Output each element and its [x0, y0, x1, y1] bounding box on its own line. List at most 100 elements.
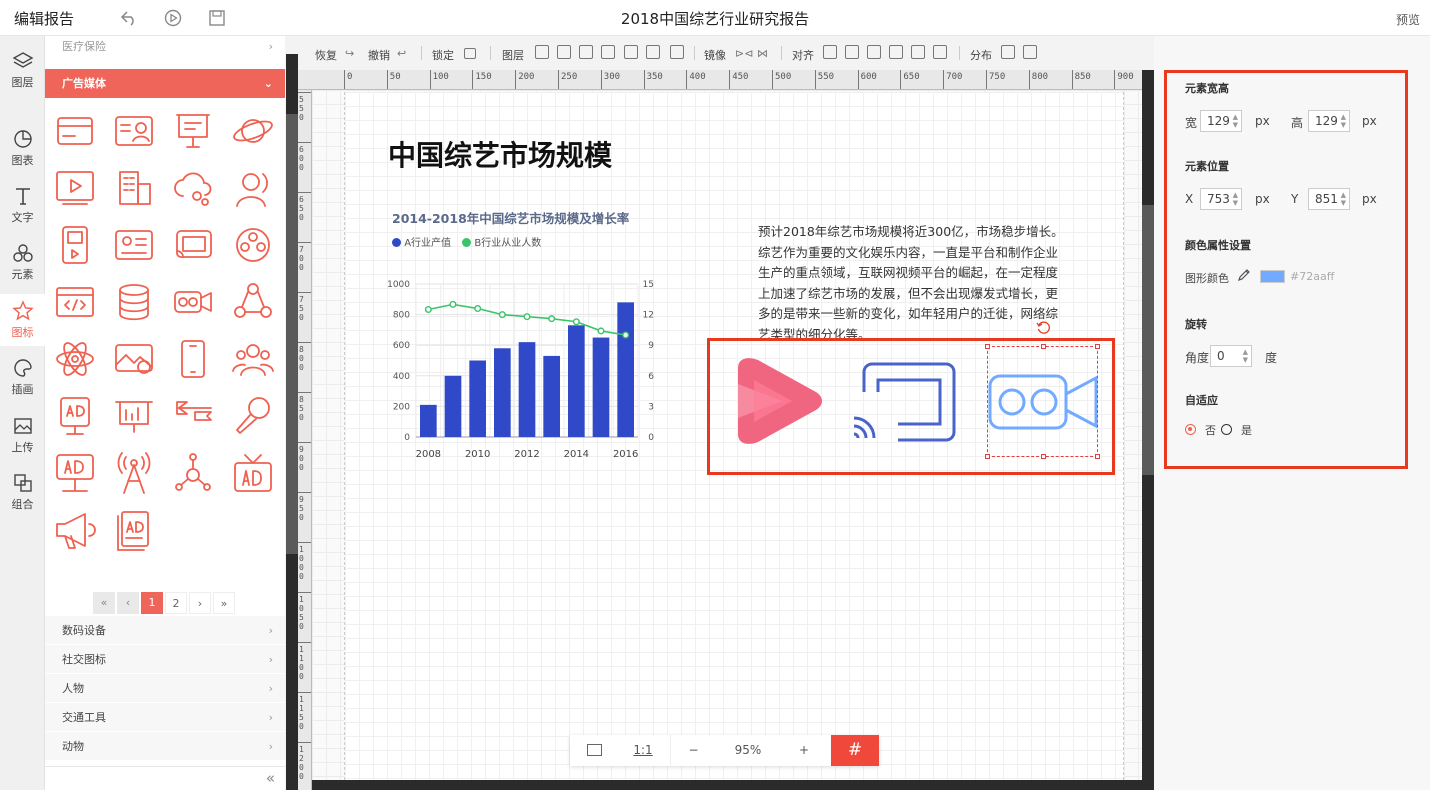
adaptive-no-radio[interactable]	[1185, 424, 1196, 435]
resize-handle[interactable]	[1041, 454, 1046, 459]
y-input[interactable]: 851 ▲ ▼	[1308, 188, 1350, 210]
category-row[interactable]: 数码设备 ›	[45, 616, 285, 645]
align-middle-icon[interactable]	[889, 45, 903, 59]
align-right-icon[interactable]	[867, 45, 881, 59]
nav-layers[interactable]: 图层	[0, 44, 45, 96]
layer-up-icon[interactable]	[535, 45, 549, 59]
ad-document-icon[interactable]	[112, 508, 156, 552]
radio-tower-icon[interactable]	[112, 451, 156, 495]
bar-line-chart[interactable]: 2014-2018年中国综艺市场规模及增长率 A行业产值 B行业从业人数 0 20…	[388, 200, 668, 465]
bring-front-icon[interactable]	[579, 45, 593, 59]
align-left-icon[interactable]	[823, 45, 837, 59]
category-row[interactable]: 交通工具 ›	[45, 703, 285, 732]
nav-group[interactable]: 组合	[0, 466, 45, 518]
scrollbar-thumb[interactable]	[286, 114, 298, 554]
width-input[interactable]: 129 ▲ ▼	[1200, 110, 1242, 132]
align-bottom-icon[interactable]	[646, 45, 660, 59]
category-row[interactable]: 人物 ›	[45, 674, 285, 703]
resize-handle[interactable]	[1095, 344, 1100, 349]
collapse-panel-bar[interactable]: «	[45, 766, 285, 790]
nav-chart[interactable]: 图表	[0, 122, 45, 174]
distribute-vertical-icon[interactable]	[1023, 45, 1037, 59]
ad-tv-icon[interactable]	[231, 451, 275, 495]
nav-elements[interactable]: 元素	[0, 236, 45, 288]
share-network-icon[interactable]	[231, 280, 275, 324]
cast-screen-icon[interactable]	[171, 223, 215, 267]
color-swatch[interactable]	[1260, 270, 1285, 283]
code-window-icon[interactable]	[53, 280, 97, 324]
stepper-icon[interactable]: ▲ ▼	[1341, 113, 1346, 129]
office-building-icon[interactable]	[112, 166, 156, 210]
body-paragraph[interactable]: 预计2018年综艺市场规模将近300亿，市场稳步增长。综艺作为重要的文化娱乐内容…	[758, 222, 1070, 345]
presentation-chart-icon[interactable]	[112, 394, 156, 438]
lock-icon[interactable]	[464, 48, 476, 59]
canvas-vertical-scrollbar[interactable]	[1142, 70, 1154, 790]
x-input[interactable]: 753 ▲ ▼	[1200, 188, 1242, 210]
distribute-horizontal-icon[interactable]	[1001, 45, 1015, 59]
color-value[interactable]: #72aaff	[1290, 270, 1334, 283]
eyedropper-icon[interactable]	[1237, 268, 1251, 282]
video-camera-icon[interactable]	[171, 280, 215, 324]
align-center-icon[interactable]	[845, 45, 859, 59]
copy-icon[interactable]	[670, 45, 684, 59]
adaptive-yes-radio[interactable]	[1221, 424, 1232, 435]
database-icon[interactable]	[112, 280, 156, 324]
stepper-icon[interactable]: ▲ ▼	[1233, 113, 1238, 129]
ad-billboard-icon[interactable]	[53, 394, 97, 438]
mobile-phone-icon[interactable]	[171, 337, 215, 381]
align-bottom-edge-icon[interactable]	[933, 45, 947, 59]
stepper-icon[interactable]: ▲ ▼	[1233, 191, 1238, 207]
align-top-icon[interactable]	[624, 45, 638, 59]
grid-toggle-icon[interactable]: #	[831, 735, 879, 766]
resize-handle[interactable]	[1095, 454, 1100, 459]
presentation-board-icon[interactable]	[171, 109, 215, 153]
arrow-sign-icon[interactable]	[171, 394, 215, 438]
user-headset-icon[interactable]	[231, 166, 275, 210]
first-page-icon[interactable]: «	[93, 592, 115, 614]
resize-handle[interactable]	[1041, 344, 1046, 349]
redo-button[interactable]: 恢复	[315, 47, 337, 63]
prev-page-icon[interactable]: ‹	[117, 592, 139, 614]
resize-handle[interactable]	[985, 344, 990, 349]
page-2[interactable]: 2	[165, 592, 187, 614]
category-row[interactable]: 动物 ›	[45, 732, 285, 761]
rotate-icon[interactable]	[1036, 320, 1051, 335]
resize-handle[interactable]	[985, 454, 990, 459]
scrollbar-thumb[interactable]	[1142, 205, 1154, 475]
preview-button[interactable]: 预览	[1396, 11, 1420, 28]
collapse-left-icon[interactable]: «	[266, 769, 275, 787]
atom-icon[interactable]	[53, 337, 97, 381]
nav-upload[interactable]: 上传	[0, 409, 45, 461]
cast-screen-icon[interactable]	[850, 362, 956, 442]
category-header-active[interactable]: 广告媒体 ⌄	[45, 69, 285, 98]
ad-stand-icon[interactable]	[53, 451, 97, 495]
planet-icon[interactable]	[231, 109, 275, 153]
undo-button[interactable]: 撤销	[368, 47, 390, 63]
panel-scrollbar[interactable]	[286, 54, 298, 790]
id-card-icon[interactable]	[112, 109, 156, 153]
stepper-icon[interactable]: ▲ ▼	[1243, 348, 1248, 364]
actual-size-button[interactable]: 1:1	[620, 735, 666, 766]
canvas-horizontal-scrollbar[interactable]	[312, 780, 1142, 790]
nav-icons[interactable]: 图标	[0, 294, 45, 346]
redo-icon[interactable]: ↪	[345, 47, 354, 60]
layer-down-icon[interactable]	[557, 45, 571, 59]
film-reel-icon[interactable]	[231, 223, 275, 267]
image-copyright-icon[interactable]	[112, 337, 156, 381]
mp3-player-icon[interactable]	[53, 223, 97, 267]
page-title[interactable]: 中国综艺市场规模	[388, 134, 612, 174]
molecule-icon[interactable]	[171, 451, 215, 495]
zoom-in-button[interactable]: +	[780, 735, 828, 766]
video-player-icon[interactable]	[53, 166, 97, 210]
undo-icon[interactable]: ↩	[397, 47, 406, 60]
mirror-horizontal-icon[interactable]: ⊳⊲	[735, 47, 753, 60]
selected-element-frame[interactable]	[985, 344, 1100, 459]
nav-illustration[interactable]: 插画	[0, 351, 45, 403]
height-input[interactable]: 129 ▲ ▼	[1308, 110, 1350, 132]
nav-text[interactable]: 文字	[0, 179, 45, 231]
fit-screen-icon[interactable]	[570, 735, 618, 766]
page-1[interactable]: 1	[141, 592, 163, 614]
angle-input[interactable]: 0 ▲ ▼	[1210, 345, 1252, 367]
credit-card-icon[interactable]	[53, 109, 97, 153]
stepper-icon[interactable]: ▲ ▼	[1341, 191, 1346, 207]
